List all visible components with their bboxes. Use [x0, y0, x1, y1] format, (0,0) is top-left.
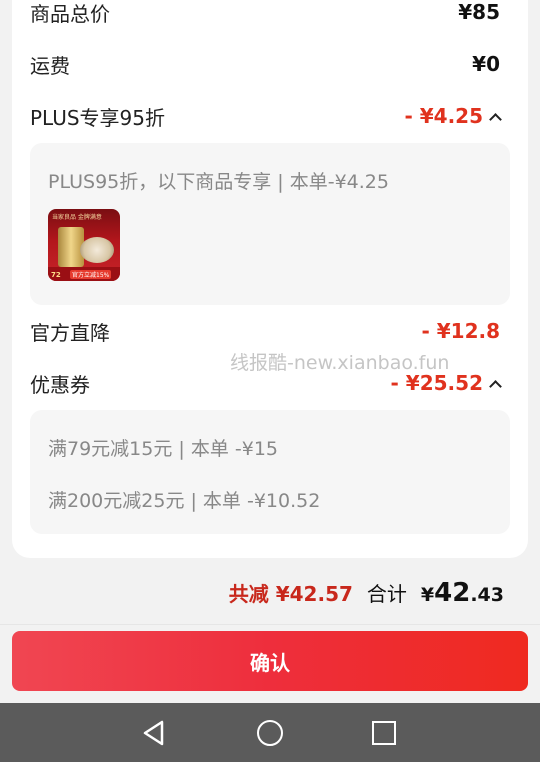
official-discount-label: 官方直降 [30, 320, 110, 345]
official-discount-row: 官方直降 - ¥12.8 [30, 314, 500, 348]
thumb-header: 当家良品 金牌满意 [52, 214, 102, 221]
chevron-up-icon[interactable] [489, 112, 502, 126]
square-recent-icon[interactable] [372, 721, 396, 745]
confirm-button[interactable]: 确认 [12, 631, 528, 691]
triangle-back-icon[interactable] [140, 718, 170, 748]
coupon-label: 优惠券 [30, 372, 90, 397]
product-thumbnail[interactable]: 当家良品 金牌满意 72 官方立减15% [48, 209, 120, 281]
coupon-value-wrap[interactable]: - ¥25.52 [390, 371, 502, 395]
total-integer: 42 [434, 578, 471, 608]
coupon-detail-box: 满79元减15元 | 本单 -¥15 满200元减25元 | 本单 -¥10.5… [30, 410, 510, 534]
goods-total-value: ¥85 [458, 0, 500, 24]
plus-detail-text: PLUS95折，以下商品专享 | 本单-¥4.25 [48, 171, 389, 193]
total-decimal: .43 [470, 584, 504, 606]
goods-total-row: 商品总价 ¥85 [30, 0, 500, 29]
goods-total-label: 商品总价 [30, 1, 110, 26]
plus-discount-value: - ¥4.25 [404, 104, 483, 128]
plus-discount-value-wrap[interactable]: - ¥4.25 [404, 104, 502, 128]
coupon-item: 满200元减25元 | 本单 -¥10.52 [48, 490, 321, 512]
coupon-row[interactable]: 优惠券 - ¥25.52 [30, 366, 502, 400]
coupon-item: 满79元减15元 | 本单 -¥15 [48, 438, 278, 460]
total-saved: 共减 ¥42.57 [228, 582, 353, 606]
official-discount-value: - ¥12.8 [421, 319, 500, 343]
shipping-row: 运费 ¥0 [30, 47, 500, 81]
circle-home-icon[interactable] [257, 720, 283, 746]
total-amount: ¥42.43 [421, 578, 504, 608]
total-currency: ¥ [420, 584, 435, 606]
shipping-label: 运费 [30, 53, 70, 78]
plus-discount-label: PLUS专享95折 [30, 105, 165, 130]
plus-detail-box: PLUS95折，以下商品专享 | 本单-¥4.25 当家良品 金牌满意 72 官… [30, 143, 510, 305]
thumb-price: 72 [51, 271, 61, 279]
plus-discount-row[interactable]: PLUS专享95折 - ¥4.25 [30, 99, 502, 133]
order-summary: 共减 ¥42.57 合计 ¥42.43 [229, 578, 504, 612]
system-nav-bar [0, 703, 540, 762]
coupon-value: - ¥25.52 [390, 371, 483, 395]
shipping-value: ¥0 [472, 52, 500, 76]
chevron-up-icon[interactable] [489, 379, 502, 393]
thumb-discount-tag: 官方立减15% [70, 270, 112, 279]
product-bowl-image [80, 237, 114, 263]
divider [0, 624, 540, 625]
total-label: 合计 [366, 582, 407, 606]
